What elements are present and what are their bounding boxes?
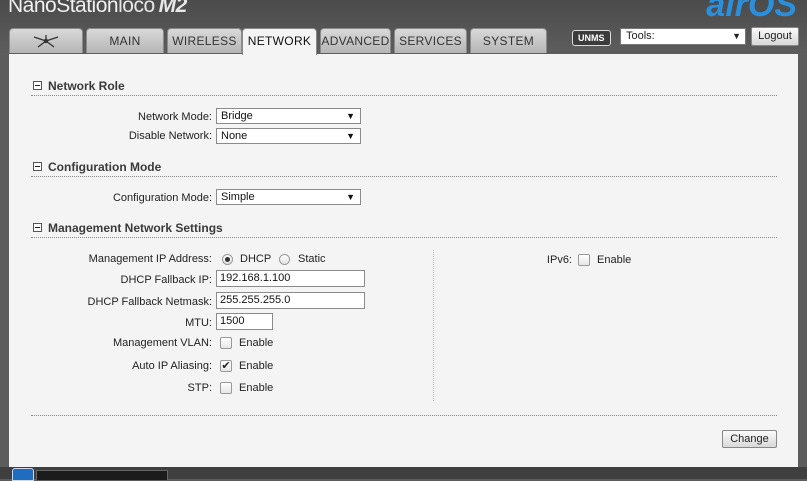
checkmark-icon: ✔ <box>221 360 231 372</box>
stp-checkbox[interactable] <box>220 382 232 394</box>
fallback-netmask-label: DHCP Fallback Netmask: <box>87 296 213 308</box>
dropdown-arrow-icon: ▼ <box>732 31 741 41</box>
network-mode-select[interactable]: Bridge ▼ <box>216 108 361 124</box>
fallback-ip-input[interactable]: 192.168.1.100 <box>216 270 365 287</box>
dropdown-arrow-icon: ▼ <box>346 131 355 141</box>
collapse-icon[interactable] <box>33 81 42 90</box>
tab-advanced[interactable]: ADVANCED <box>320 28 391 53</box>
configuration-mode-header: Configuration Mode <box>31 160 777 177</box>
dropdown-arrow-icon: ▼ <box>346 111 355 121</box>
disable-network-label: Disable Network: <box>128 130 212 142</box>
shield-icon <box>12 468 34 481</box>
tab-wireless[interactable]: WIRELESS <box>167 28 242 53</box>
section-title: Management Network Settings <box>48 221 223 235</box>
brand-model: M2 <box>158 0 188 17</box>
mtu-label: MTU: <box>185 317 212 329</box>
top-header: NanoStationloco M2 airOS MAIN WIRELESS NE… <box>0 0 807 55</box>
product-brand: NanoStationloco M2 <box>8 0 187 18</box>
configuration-mode-select[interactable]: Simple ▼ <box>216 189 361 205</box>
tools-select[interactable]: Tools: ▼ <box>620 28 746 45</box>
stp-label: STP: <box>187 382 212 394</box>
management-vlan-checkbox[interactable] <box>220 337 232 349</box>
auto-ip-aliasing-checkbox[interactable]: ✔ <box>220 360 232 372</box>
tab-system[interactable]: SYSTEM <box>470 28 547 53</box>
section-title: Configuration Mode <box>48 160 162 174</box>
unms-badge[interactable]: UNMS <box>572 30 611 46</box>
network-settings-panel: Network Role Network Mode: Bridge ▼ Disa… <box>9 54 798 467</box>
airos-logo: airOS <box>706 0 797 24</box>
auto-ip-aliasing-label: Auto IP Aliasing: <box>132 360 212 372</box>
change-button[interactable]: Change <box>722 430 777 448</box>
tab-ubiquiti-logo[interactable] <box>9 28 83 53</box>
collapse-icon[interactable] <box>33 223 42 232</box>
ubiquiti-logo-icon <box>33 35 59 48</box>
static-radio[interactable] <box>279 254 290 265</box>
stp-enable-label: Enable <box>239 382 274 394</box>
ipv6-checkbox[interactable] <box>578 254 590 266</box>
disable-network-select[interactable]: None ▼ <box>216 128 361 144</box>
fallback-ip-label: DHCP Fallback IP: <box>120 274 213 286</box>
network-mode-label: Network Mode: <box>138 111 212 123</box>
brand-sub: loco <box>118 0 155 17</box>
management-vlan-enable-label: Enable <box>239 337 274 349</box>
tab-network[interactable]: NETWORK <box>242 28 317 55</box>
dhcp-radio[interactable] <box>222 254 233 265</box>
configuration-mode-label: Configuration Mode: <box>112 192 212 204</box>
mtu-input[interactable]: 1500 <box>216 313 273 330</box>
network-role-header: Network Role <box>31 79 777 96</box>
collapse-icon[interactable] <box>33 162 42 171</box>
management-network-header: Management Network Settings <box>31 221 777 238</box>
disable-network-value: None <box>221 130 248 142</box>
section-title: Network Role <box>48 79 125 93</box>
tab-services[interactable]: SERVICES <box>394 28 467 53</box>
fallback-netmask-input[interactable]: 255.255.255.0 <box>216 292 365 309</box>
column-divider <box>433 250 434 401</box>
brand-main: NanoStation <box>8 0 119 17</box>
static-option-label: Static <box>298 253 326 265</box>
form-footer-divider <box>31 415 777 416</box>
network-mode-value: Bridge <box>221 110 253 122</box>
configuration-mode-value: Simple <box>221 191 255 203</box>
management-ip-label: Management IP Address: <box>88 253 212 265</box>
ipv6-enable-label: Enable <box>597 254 632 266</box>
dropdown-arrow-icon: ▼ <box>346 192 355 202</box>
management-vlan-label: Management VLAN: <box>112 337 212 349</box>
logout-button[interactable]: Logout <box>751 27 799 46</box>
ipv6-label: IPv6: <box>546 254 572 266</box>
dhcp-option-label: DHCP <box>240 253 272 265</box>
tools-select-value: Tools: <box>626 30 655 42</box>
tab-main[interactable]: MAIN <box>86 28 164 53</box>
auto-ip-aliasing-enable-label: Enable <box>239 360 274 372</box>
